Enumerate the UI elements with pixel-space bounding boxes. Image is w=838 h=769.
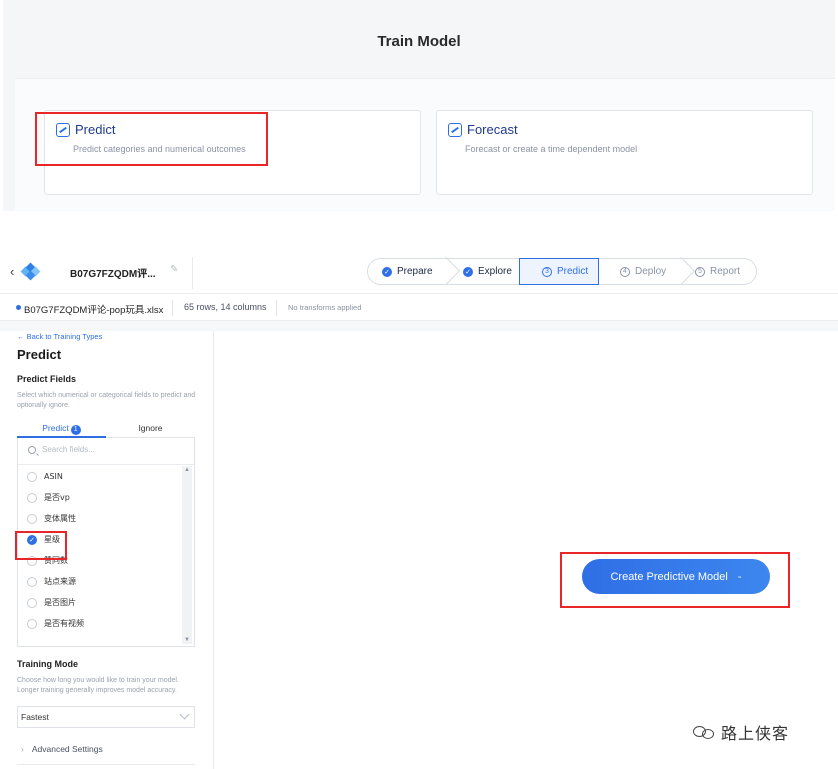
header-shadow bbox=[0, 321, 838, 331]
step-prepare[interactable]: Prepare bbox=[382, 259, 433, 284]
workflow-stepper: Prepare Explore 3 Predict 4 Deploy 5 Rep… bbox=[367, 256, 757, 286]
field-item[interactable]: 是否有视频 bbox=[18, 613, 183, 634]
forecast-icon bbox=[448, 122, 462, 137]
check-icon bbox=[463, 266, 473, 277]
predict-icon bbox=[56, 122, 70, 137]
forecast-card-subtitle: Forecast or create a time dependent mode… bbox=[465, 144, 638, 154]
app-logo-icon bbox=[20, 262, 41, 281]
check-icon bbox=[382, 266, 392, 277]
pencil-icon[interactable]: ✎ bbox=[170, 264, 178, 275]
step-deploy[interactable]: 4 Deploy bbox=[620, 259, 666, 284]
predict-count-badge: 1 bbox=[70, 425, 81, 435]
training-mode-select[interactable]: Fastest bbox=[17, 706, 195, 728]
predict-card-title: Predict bbox=[75, 122, 116, 137]
watermark-text: 路上侠客 bbox=[721, 724, 790, 743]
forecast-card-title: Forecast bbox=[467, 122, 518, 137]
step-chevron bbox=[431, 256, 461, 286]
radio-icon[interactable] bbox=[27, 471, 37, 482]
predict-fields-help: Select which numerical or categorical fi… bbox=[17, 392, 196, 409]
field-item[interactable]: 站点来源 bbox=[18, 571, 183, 592]
step-chevron bbox=[666, 256, 696, 286]
scroll-up-icon[interactable]: ▲ bbox=[184, 467, 190, 473]
advanced-settings-toggle[interactable]: › Advanced Settings bbox=[17, 744, 195, 754]
field-search bbox=[18, 438, 194, 465]
step-number-icon: 3 bbox=[542, 266, 552, 277]
predict-fields-title: Predict Fields bbox=[17, 374, 77, 384]
panel-title: Predict bbox=[17, 347, 62, 362]
search-input[interactable] bbox=[42, 445, 182, 454]
wechat-icon bbox=[693, 724, 717, 740]
chevron-right-icon: › bbox=[21, 744, 24, 754]
field-item[interactable]: 是否图片 bbox=[18, 592, 183, 613]
watermark: 路上侠客 bbox=[693, 720, 789, 744]
step-number-icon: 5 bbox=[695, 266, 705, 277]
field-item[interactable]: 是否vp bbox=[18, 487, 183, 508]
field-list-box: ASIN 是否vp 变体属性 ✓星级 赞同数 站点来源 是否图片 是否有视频 ▲… bbox=[17, 438, 195, 647]
search-icon bbox=[28, 446, 36, 454]
field-tabs: Predict 1 Ignore bbox=[17, 421, 195, 438]
step-number-icon: 4 bbox=[620, 266, 630, 277]
dataset-status-dot bbox=[16, 305, 21, 310]
field-item[interactable]: ASIN bbox=[18, 466, 183, 487]
radio-icon[interactable] bbox=[27, 555, 37, 566]
transforms-status: No transforms applied bbox=[288, 303, 362, 312]
chevron-down-icon bbox=[179, 709, 190, 720]
field-list: ASIN 是否vp 变体属性 ✓ 星级 赞同数 站点来源 是否图片 是否有视频 bbox=[18, 466, 183, 634]
train-model-panel: Train Model Predict Predict categories a… bbox=[3, 0, 835, 211]
header-divider bbox=[192, 257, 193, 289]
field-list-scrollbar[interactable]: ▲ ▼ bbox=[182, 466, 192, 644]
radio-icon[interactable] bbox=[27, 513, 37, 524]
step-report[interactable]: 5 Report bbox=[695, 259, 740, 284]
step-predict[interactable]: 3 Predict bbox=[542, 259, 588, 284]
field-item-selected[interactable]: ✓ 星级 bbox=[18, 529, 183, 550]
predict-card-subtitle: Predict categories and numerical outcome… bbox=[73, 144, 246, 154]
back-arrow-icon[interactable]: ‹ bbox=[10, 264, 14, 279]
predict-type-card[interactable]: Predict Predict categories and numerical… bbox=[44, 110, 421, 195]
dataset-filename[interactable]: B07G7FZQDM评论-pop玩具.xlsx bbox=[24, 302, 163, 316]
tab-ignore[interactable]: Ignore bbox=[106, 421, 195, 438]
back-to-training-types-link[interactable]: ← Back to Training Types bbox=[17, 332, 102, 341]
project-name[interactable]: B07G7FZQDM评... bbox=[70, 265, 156, 280]
training-type-area: Predict Predict categories and numerical… bbox=[15, 78, 835, 211]
create-predictive-model-button[interactable]: Create Predictive Model - bbox=[582, 559, 770, 594]
dataset-size: 65 rows, 14 columns bbox=[184, 302, 267, 312]
divider bbox=[17, 764, 195, 765]
field-item[interactable]: 赞同数 bbox=[18, 550, 183, 571]
forecast-type-card[interactable]: Forecast Forecast or create a time depen… bbox=[436, 110, 813, 195]
field-item[interactable]: 变体属性 bbox=[18, 508, 183, 529]
step-explore[interactable]: Explore bbox=[463, 259, 512, 284]
check-circle-icon[interactable]: ✓ bbox=[27, 534, 37, 545]
training-mode-help: Choose how long you would like to train … bbox=[17, 677, 179, 694]
dataset-bar: B07G7FZQDM评论-pop玩具.xlsx 65 rows, 14 colu… bbox=[0, 293, 838, 321]
radio-icon[interactable] bbox=[27, 618, 37, 629]
scroll-down-icon[interactable]: ▼ bbox=[184, 637, 190, 643]
radio-icon[interactable] bbox=[27, 492, 37, 503]
radio-icon[interactable] bbox=[27, 597, 37, 608]
training-mode-title: Training Mode bbox=[17, 659, 79, 669]
predict-settings-panel: ← Back to Training Types Predict Predict… bbox=[0, 331, 214, 769]
radio-icon[interactable] bbox=[27, 576, 37, 587]
tab-predict[interactable]: Predict 1 bbox=[17, 421, 106, 438]
train-model-title: Train Model bbox=[377, 33, 461, 50]
